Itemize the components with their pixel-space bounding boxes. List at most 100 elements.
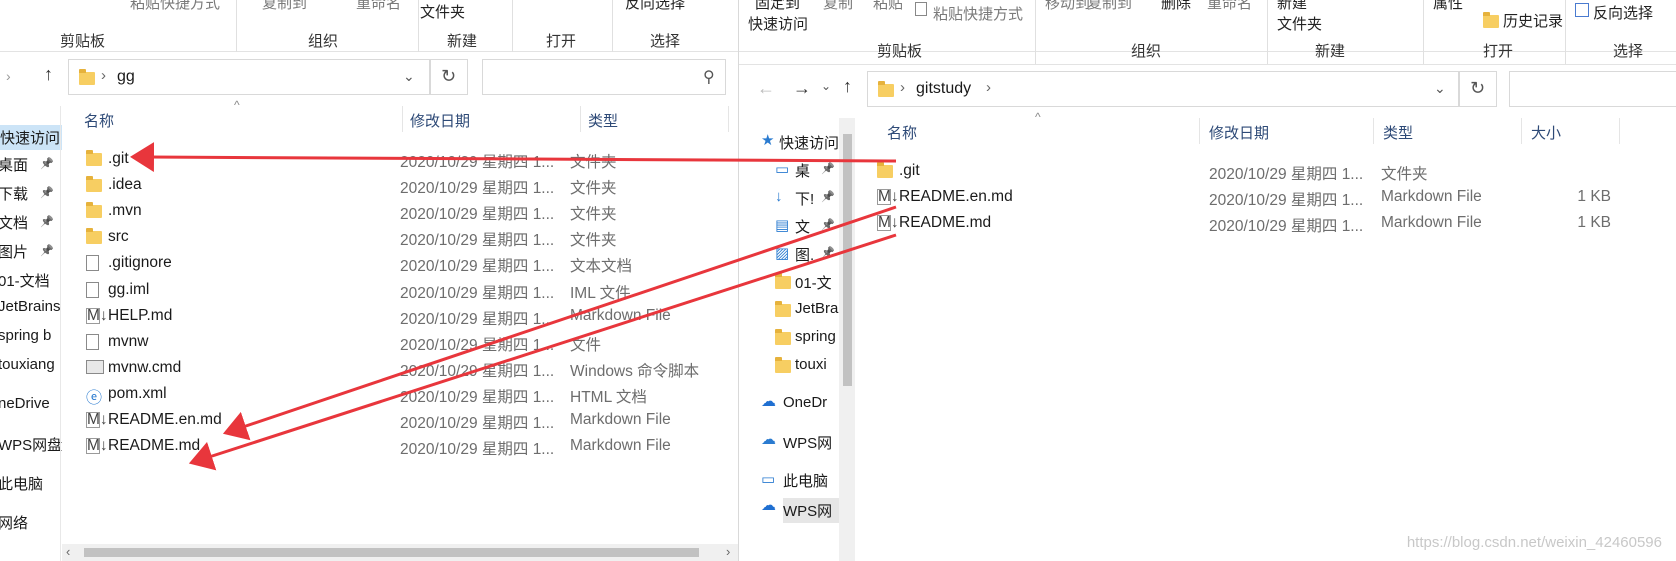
copy-to-button[interactable]: 复制到: [1087, 0, 1132, 13]
forward-arrow-icon[interactable]: →: [793, 78, 811, 99]
file-row[interactable]: .idea 2020/10/29 星期四 1... 文件夹: [80, 172, 730, 198]
cloud-icon: ☁: [761, 393, 776, 410]
file-row[interactable]: ⓔ pom.xml 2020/10/29 星期四 1... HTML 文档: [80, 381, 730, 407]
clipboard-group-label: 剪贴板: [60, 33, 106, 50]
right-search-box[interactable]: [1509, 71, 1676, 107]
invert-selection-button[interactable]: 反向选择: [1593, 2, 1653, 23]
file-row[interactable]: M↓ HELP.md 2020/10/29 星期四 1... Markdown Fil…: [80, 303, 730, 329]
file-type: Markdown File: [570, 411, 671, 428]
file-row[interactable]: M↓ README.md 2020/10/29 星期四 1... Markdown F…: [80, 433, 730, 459]
nav-item-label[interactable]: 快速访问: [779, 132, 839, 153]
nav-item-label[interactable]: 此电脑: [783, 470, 828, 491]
delete-button[interactable]: 删除: [1161, 0, 1191, 13]
file-row[interactable]: gg.iml 2020/10/29 星期四 1... IML 文件: [80, 277, 730, 303]
nav-item-label[interactable]: touxi: [795, 356, 827, 373]
nav-item-label[interactable]: JetBrains: [0, 298, 61, 315]
back-arrow-icon[interactable]: ←: [757, 78, 775, 99]
forward-icon[interactable]: ›: [6, 68, 11, 84]
nav-item-label[interactable]: JetBra: [795, 300, 838, 317]
file-row[interactable]: M↓ README.en.md 2020/10/29 星期四 1... Markdow…: [867, 184, 1627, 210]
nav-item-label[interactable]: 文: [795, 216, 810, 237]
file-row[interactable]: src 2020/10/29 星期四 1... 文件夹: [80, 224, 730, 250]
new-folder-button[interactable]: 文件夹: [420, 1, 465, 22]
type-column-header[interactable]: 类型: [1383, 122, 1413, 143]
date-column-header[interactable]: 修改日期: [410, 110, 470, 131]
nav-item-label[interactable]: 图.: [795, 244, 814, 265]
file-row[interactable]: .git 2020/10/29 星期四 1... 文件夹: [867, 158, 1627, 184]
nav-item-label[interactable]: 快速访问: [0, 125, 62, 150]
copy-button[interactable]: 复制: [823, 0, 853, 13]
paste-shortcut-icon: [915, 2, 927, 16]
date-column-header[interactable]: 修改日期: [1209, 122, 1269, 143]
nav-item-label[interactable]: 01-文: [795, 272, 832, 293]
nav-item-label[interactable]: 桌: [795, 160, 810, 181]
left-refresh-button[interactable]: ↻: [430, 59, 468, 95]
up-arrow-icon[interactable]: ↑: [44, 64, 53, 85]
scrollbar-thumb[interactable]: [843, 134, 852, 386]
file-row[interactable]: M↓ README.md 2020/10/29 星期四 1... Markdown F…: [867, 210, 1627, 236]
nav-item-label[interactable]: WPS网: [783, 432, 832, 453]
left-address-bar[interactable]: › gg ⌄: [68, 59, 430, 95]
scrollbar-thumb[interactable]: [84, 548, 699, 557]
left-search-box[interactable]: ⚲: [482, 59, 726, 95]
copy-to-button[interactable]: 复制到: [262, 0, 307, 13]
properties-button[interactable]: 属性: [1433, 0, 1463, 13]
paste-shortcut-button[interactable]: 粘贴快捷方式: [130, 0, 220, 13]
new-folder-button[interactable]: 新建: [1277, 0, 1307, 13]
nav-item-label[interactable]: WPS网盘: [0, 434, 62, 455]
right-ribbon: 固定到 快速访问 复制 粘贴 粘贴快捷方式 移动到 复制到 删除 重命名 新建 …: [739, 0, 1676, 64]
nav-item-label[interactable]: spring b: [0, 327, 51, 344]
nav-item-label[interactable]: 文档: [0, 212, 28, 233]
rename-button[interactable]: 重命名: [356, 0, 401, 13]
refresh-icon: ↻: [441, 66, 457, 86]
nav-item-label[interactable]: WPS网: [783, 498, 839, 523]
organize-group-label: 组织: [308, 33, 339, 50]
file-row[interactable]: M↓ README.en.md 2020/10/29 星期四 1... Markdow…: [80, 407, 730, 433]
history-folder-icon: [1483, 12, 1499, 28]
folder-icon: [775, 357, 791, 373]
right-refresh-button[interactable]: ↻: [1459, 71, 1497, 107]
file-date: 2020/10/29 星期四 1...: [400, 336, 555, 354]
scroll-right-icon[interactable]: ›: [726, 544, 730, 559]
pin-icon: 📌: [821, 191, 835, 203]
type-column-header[interactable]: 类型: [588, 110, 618, 131]
chevron-down-icon[interactable]: ⌄: [403, 68, 415, 85]
file-row[interactable]: .git 2020/10/29 星期四 1... 文件夹: [80, 146, 730, 172]
nav-item-label[interactable]: 下载: [0, 183, 28, 204]
name-column-header[interactable]: 名称: [84, 110, 114, 131]
nav-vertical-scrollbar[interactable]: [839, 118, 855, 561]
nav-item-label[interactable]: touxiang: [0, 356, 55, 373]
pin-quick-access-button[interactable]: 固定到: [755, 0, 800, 13]
history-button[interactable]: 历史记录: [1503, 10, 1563, 31]
invert-selection-button[interactable]: 反向选择: [625, 0, 685, 13]
file-row[interactable]: mvnw.cmd 2020/10/29 星期四 1... Windows 命令脚本: [80, 355, 730, 381]
name-column-header[interactable]: 名称: [887, 122, 917, 143]
scroll-left-icon[interactable]: ‹: [66, 544, 70, 559]
nav-item-label[interactable]: 图片: [0, 241, 28, 262]
paste-shortcut-button[interactable]: 粘贴快捷方式: [933, 3, 1023, 24]
desktop-icon: ▭: [775, 161, 790, 178]
nav-item-label[interactable]: 下!: [795, 188, 814, 209]
recent-locations-icon[interactable]: ⌄: [821, 79, 831, 93]
nav-item-label[interactable]: 桌面: [0, 154, 28, 175]
file-icon: [86, 333, 99, 350]
file-row[interactable]: .mvn 2020/10/29 星期四 1... 文件夹: [80, 198, 730, 224]
paste-button[interactable]: 粘贴: [873, 0, 903, 13]
rename-button[interactable]: 重命名: [1207, 0, 1252, 13]
nav-item-label[interactable]: 此电脑: [0, 473, 43, 494]
nav-item-label[interactable]: OneDr: [783, 394, 827, 411]
file-row[interactable]: .gitignore 2020/10/29 星期四 1... 文本文档: [80, 250, 730, 276]
folder-icon: [878, 81, 894, 97]
nav-item-label[interactable]: spring: [795, 328, 836, 345]
nav-item-label[interactable]: 网络: [0, 512, 28, 533]
nav-item-label[interactable]: neDrive: [0, 395, 50, 412]
file-row[interactable]: mvnw 2020/10/29 星期四 1... 文件: [80, 329, 730, 355]
text-file-icon: [86, 255, 99, 272]
left-horizontal-scrollbar[interactable]: ‹ ›: [62, 544, 738, 561]
move-to-button[interactable]: 移动到: [1045, 0, 1090, 13]
chevron-down-icon[interactable]: ⌄: [1434, 80, 1446, 97]
up-arrow-icon[interactable]: ↑: [843, 76, 852, 97]
nav-item-label[interactable]: 01-文档: [0, 270, 50, 291]
right-address-bar[interactable]: › gitstudy › ⌄: [867, 71, 1459, 107]
size-column-header[interactable]: 大小: [1531, 122, 1561, 143]
